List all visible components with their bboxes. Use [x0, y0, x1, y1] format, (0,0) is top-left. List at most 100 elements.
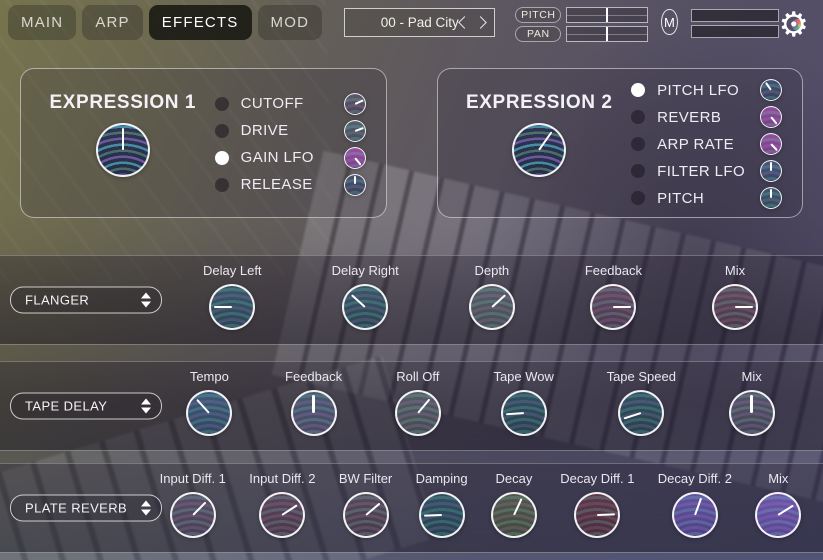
expression-option-row: ARP RATE — [631, 133, 782, 155]
knob-pointer — [486, 487, 542, 543]
tab[interactable]: MAIN — [8, 5, 76, 40]
fx-rows: FLANGER Delay Left Delay Right Depth Fee… — [0, 255, 823, 553]
fx-param-knob[interactable] — [395, 390, 441, 436]
fx-row: FLANGER Delay Left Delay Right Depth Fee… — [0, 255, 823, 345]
pitch-slider-handle[interactable] — [606, 8, 608, 22]
option-knob[interactable] — [760, 133, 782, 155]
fx-param-label: Tape Wow — [493, 369, 553, 388]
fx-param-label: Mix — [742, 369, 762, 388]
select-updown-icon — [141, 399, 151, 414]
fx-param: Delay Left — [203, 263, 262, 340]
option-label: ARP RATE — [657, 136, 748, 153]
pan-slider-handle[interactable] — [606, 27, 608, 41]
preset-prev-icon[interactable] — [458, 16, 471, 29]
preset-name: 00 - Pad City — [381, 15, 459, 30]
fx-param: Tape Wow — [493, 369, 553, 446]
fx-param: Mix — [729, 369, 775, 446]
fx-param-knob[interactable] — [729, 390, 775, 436]
fx-param-label: Feedback — [285, 369, 342, 388]
option-radio[interactable] — [631, 164, 645, 178]
fx-param-knob[interactable] — [186, 390, 232, 436]
option-knob[interactable] — [760, 187, 782, 209]
fx-type-label: TAPE DELAY — [25, 399, 107, 414]
option-knob[interactable] — [344, 174, 366, 196]
output-meters — [691, 9, 779, 38]
fx-param: Input Diff. 2 — [249, 471, 315, 548]
knob-pointer — [504, 115, 574, 185]
fx-param-knob[interactable] — [259, 492, 305, 538]
fx-type-select[interactable]: PLATE REVERB — [10, 495, 162, 522]
fx-knob-area: Tempo Feedback Roll Off Tape Wow Tape Sp… — [160, 369, 801, 446]
fx-param-knob[interactable] — [590, 284, 636, 330]
pitch-label: PITCH — [515, 7, 561, 23]
knob-pointer — [668, 488, 722, 542]
tab[interactable]: EFFECTS — [149, 5, 252, 40]
option-knob[interactable] — [344, 147, 366, 169]
option-knob[interactable] — [760, 160, 782, 182]
knob-pointer — [180, 383, 239, 442]
expression-option-row: RELEASE — [215, 174, 366, 196]
fx-param-label: Input Diff. 2 — [249, 471, 315, 490]
fx-param-knob[interactable] — [618, 390, 664, 436]
fx-param-knob[interactable] — [419, 492, 465, 538]
option-knob[interactable] — [760, 106, 782, 128]
preset-next-icon[interactable] — [474, 16, 487, 29]
fx-param-knob[interactable] — [469, 284, 515, 330]
fx-param-knob[interactable] — [209, 284, 255, 330]
mono-button[interactable]: M — [661, 9, 677, 35]
option-radio[interactable] — [631, 191, 645, 205]
fx-param: Decay Diff. 2 — [658, 471, 732, 548]
fx-type-select[interactable]: FLANGER — [10, 287, 162, 314]
expression-option-row: PITCH LFO — [631, 79, 782, 101]
option-radio[interactable] — [631, 137, 645, 151]
expression-main-knob[interactable] — [96, 123, 150, 177]
fx-param-knob[interactable] — [170, 492, 216, 538]
settings-gear-icon[interactable]: ⚙ — [779, 5, 809, 45]
fx-param-knob[interactable] — [501, 390, 547, 436]
fx-param-knob[interactable] — [574, 492, 620, 538]
fx-param-knob[interactable] — [291, 390, 337, 436]
expression-option-row: REVERB — [631, 106, 782, 128]
preset-selector[interactable]: 00 - Pad City — [344, 8, 495, 37]
option-radio[interactable] — [215, 124, 229, 138]
expression-main-knob[interactable] — [512, 123, 566, 177]
knob-pointer — [757, 103, 785, 131]
expression-options: CUTOFF DRIVE GAIN LFO RELEASE — [215, 79, 378, 209]
pan-slider[interactable] — [566, 26, 648, 42]
select-updown-icon — [141, 293, 151, 308]
fx-row: PLATE REVERB Input Diff. 1 Input Diff. 2… — [0, 463, 823, 553]
fx-param-knob[interactable] — [342, 284, 388, 330]
pan-label: PAN — [515, 26, 561, 42]
option-knob[interactable] — [760, 79, 782, 101]
knob-pointer — [98, 125, 148, 175]
fx-param-label: Tape Speed — [607, 369, 676, 388]
expression-option-row: FILTER LFO — [631, 160, 782, 182]
option-radio[interactable] — [631, 83, 645, 97]
option-knob[interactable] — [344, 120, 366, 142]
knob-pointer — [576, 493, 619, 536]
option-radio[interactable] — [215, 151, 229, 165]
fx-param-label: Delay Left — [203, 263, 262, 282]
option-radio[interactable] — [215, 97, 229, 111]
fx-param-knob[interactable] — [712, 284, 758, 330]
option-radio[interactable] — [215, 178, 229, 192]
tab[interactable]: ARP — [82, 5, 142, 40]
knob-pointer — [345, 175, 365, 195]
fx-param-knob[interactable] — [672, 492, 718, 538]
knob-pointer — [462, 277, 521, 336]
fx-param-knob[interactable] — [491, 492, 537, 538]
fx-param: Delay Right — [332, 263, 399, 340]
fx-param: Input Diff. 1 — [160, 471, 226, 548]
fx-param-knob[interactable] — [343, 492, 389, 538]
pitch-slider[interactable] — [566, 7, 648, 23]
expression-title: EXPRESSION 2 — [466, 92, 613, 114]
option-radio[interactable] — [631, 110, 645, 124]
fx-param-knob[interactable] — [755, 492, 801, 538]
fx-type-select[interactable]: TAPE DELAY — [10, 393, 162, 420]
knob-pointer — [253, 486, 311, 544]
tab[interactable]: MOD — [258, 5, 323, 40]
option-knob[interactable] — [344, 93, 366, 115]
knob-pointer — [293, 392, 335, 434]
fx-param: Mix — [755, 471, 801, 548]
fx-param-label: Damping — [416, 471, 468, 490]
